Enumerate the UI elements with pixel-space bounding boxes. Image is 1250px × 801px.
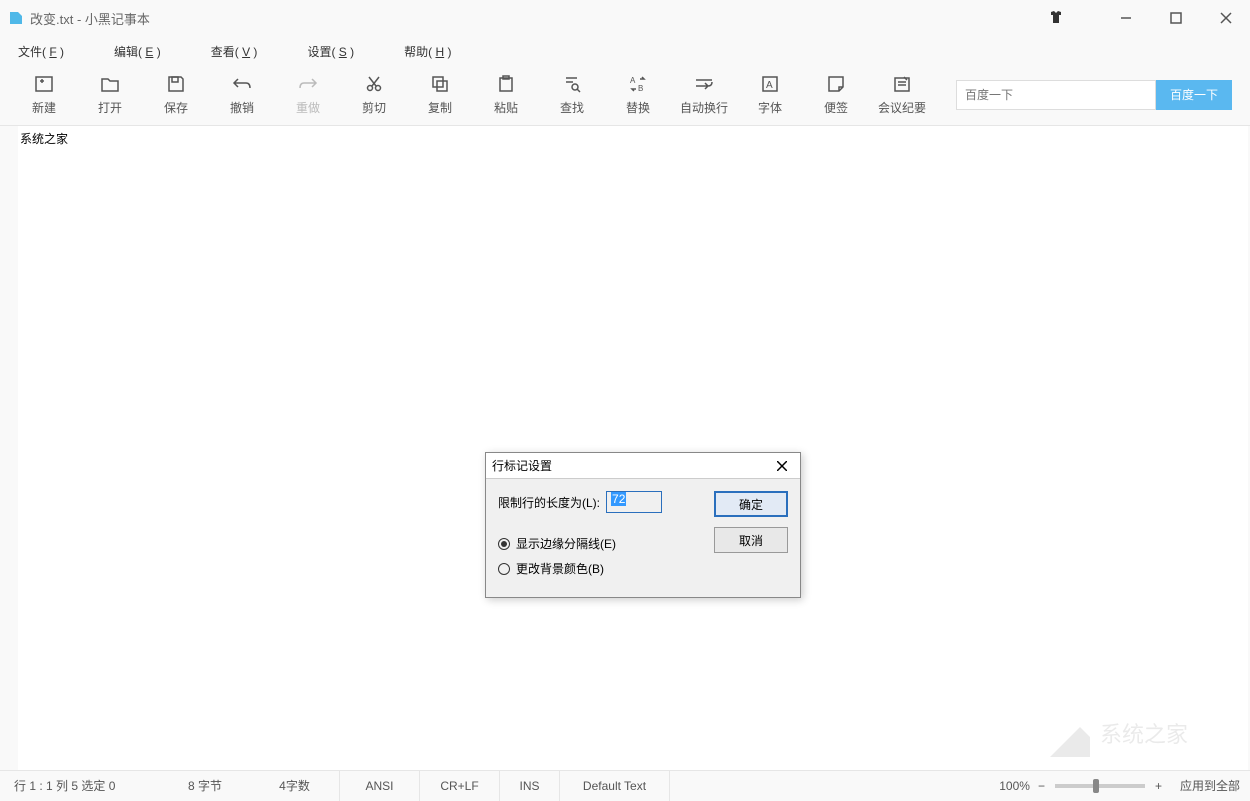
- meeting-icon: [893, 73, 911, 95]
- limit-input[interactable]: 72: [606, 491, 662, 513]
- line-marker-dialog: 行标记设置 限制行的长度为(L): 72 确定 取消 显示边缘分隔线(E) 更改…: [485, 452, 801, 598]
- status-bytes: 8 字节: [160, 771, 250, 801]
- copy-icon: [431, 73, 449, 95]
- dialog-title-text: 行标记设置: [492, 457, 552, 474]
- radio-icon: [498, 563, 510, 575]
- menu-file[interactable]: 文件( F ): [18, 43, 64, 60]
- status-eol[interactable]: CR+LF: [420, 771, 500, 801]
- replace-icon: AB: [628, 73, 648, 95]
- svg-text:B: B: [638, 84, 643, 93]
- redo-label: 重做: [296, 99, 320, 116]
- replace-button[interactable]: AB 替换: [612, 69, 664, 121]
- radio-edge-label: 显示边缘分隔线(E): [516, 535, 616, 552]
- status-encoding[interactable]: ANSI: [340, 771, 420, 801]
- radio-icon: [498, 538, 510, 550]
- menu-help[interactable]: 帮助( H ): [404, 43, 451, 60]
- paste-label: 粘贴: [494, 99, 518, 116]
- wordwrap-icon: [694, 73, 714, 95]
- titlebar: 改变.txt - 小黑记事本: [0, 0, 1250, 36]
- status-insert-mode[interactable]: INS: [500, 771, 560, 801]
- save-button[interactable]: 保存: [150, 69, 202, 121]
- menu-edit[interactable]: 编辑( E ): [114, 43, 161, 60]
- undo-button[interactable]: 撤销: [216, 69, 268, 121]
- window-title: 改变.txt - 小黑记事本: [30, 9, 150, 28]
- close-button[interactable]: [1210, 6, 1242, 30]
- meeting-label: 会议纪要: [878, 99, 926, 116]
- redo-icon: [298, 73, 318, 95]
- undo-icon: [232, 73, 252, 95]
- find-label: 查找: [560, 99, 584, 116]
- menubar: 文件( F ) 编辑( E ) 查看( V ) 设置( S ) 帮助( H ): [0, 36, 1250, 66]
- dialog-body: 限制行的长度为(L): 72 确定 取消 显示边缘分隔线(E) 更改背景颜色(B…: [486, 479, 800, 597]
- maximize-button[interactable]: [1160, 6, 1192, 30]
- find-icon: [563, 73, 581, 95]
- apply-all-button[interactable]: 应用到全部: [1180, 777, 1240, 794]
- search-button[interactable]: 百度一下: [1156, 80, 1232, 110]
- ok-button[interactable]: 确定: [714, 491, 788, 517]
- status-chars: 4字数: [250, 771, 340, 801]
- save-icon: [167, 73, 185, 95]
- search-input[interactable]: [956, 80, 1156, 110]
- zoom-level: 100%: [999, 779, 1030, 793]
- meeting-notes-button[interactable]: 会议纪要: [876, 69, 928, 121]
- cut-button[interactable]: 剪切: [348, 69, 400, 121]
- replace-label: 替换: [626, 99, 650, 116]
- app-icon: [8, 10, 24, 26]
- open-button[interactable]: 打开: [84, 69, 136, 121]
- wordwrap-button[interactable]: 自动换行: [678, 69, 730, 121]
- copy-label: 复制: [428, 99, 452, 116]
- svg-text:A: A: [766, 80, 773, 91]
- dialog-close-button[interactable]: [770, 456, 794, 476]
- copy-button[interactable]: 复制: [414, 69, 466, 121]
- font-icon: A: [761, 73, 779, 95]
- radio-bg-label: 更改背景颜色(B): [516, 560, 604, 577]
- find-button[interactable]: 查找: [546, 69, 598, 121]
- menu-settings[interactable]: 设置( S ): [307, 43, 354, 60]
- limit-label: 限制行的长度为(L):: [498, 494, 600, 511]
- cancel-button[interactable]: 取消: [714, 527, 788, 553]
- editor-content[interactable]: 系统之家: [18, 126, 1248, 151]
- cut-icon: [365, 73, 383, 95]
- cut-label: 剪切: [362, 99, 386, 116]
- minimize-button[interactable]: [1110, 6, 1142, 30]
- undo-label: 撤销: [230, 99, 254, 116]
- status-language[interactable]: Default Text: [560, 771, 670, 801]
- sticky-button[interactable]: 便签: [810, 69, 862, 121]
- theme-icon[interactable]: [1048, 9, 1064, 28]
- toolbar: 新建 打开 保存 撤销 重做 剪切 复制 粘贴 查找 AB 替换 自动换行 A: [0, 66, 1250, 126]
- new-label: 新建: [32, 99, 56, 116]
- sticky-icon: [827, 73, 845, 95]
- status-position: 行 1 : 1 列 5 选定 0: [0, 771, 160, 801]
- font-button[interactable]: A 字体: [744, 69, 796, 121]
- new-button[interactable]: 新建: [18, 69, 70, 121]
- zoom-out-icon[interactable]: −: [1038, 779, 1045, 793]
- editor-area[interactable]: 系统之家 行标记设置 限制行的长度为(L): 72 确定 取消 显示边缘分隔线(…: [0, 126, 1250, 770]
- svg-text:A: A: [630, 76, 636, 85]
- wordwrap-label: 自动换行: [680, 99, 728, 116]
- paste-icon: [497, 73, 515, 95]
- open-label: 打开: [98, 99, 122, 116]
- new-icon: [34, 73, 54, 95]
- zoom-slider[interactable]: [1055, 784, 1145, 788]
- sticky-label: 便签: [824, 99, 848, 116]
- save-label: 保存: [164, 99, 188, 116]
- open-icon: [100, 73, 120, 95]
- font-label: 字体: [758, 99, 782, 116]
- zoom-in-icon[interactable]: +: [1155, 779, 1162, 793]
- search-box: 百度一下: [956, 80, 1232, 110]
- statusbar: 行 1 : 1 列 5 选定 0 8 字节 4字数 ANSI CR+LF INS…: [0, 770, 1250, 800]
- menu-view[interactable]: 查看( V ): [211, 43, 258, 60]
- paste-button[interactable]: 粘贴: [480, 69, 532, 121]
- radio-bg-color[interactable]: 更改背景颜色(B): [498, 560, 788, 577]
- dialog-titlebar[interactable]: 行标记设置: [486, 453, 800, 479]
- redo-button[interactable]: 重做: [282, 69, 334, 121]
